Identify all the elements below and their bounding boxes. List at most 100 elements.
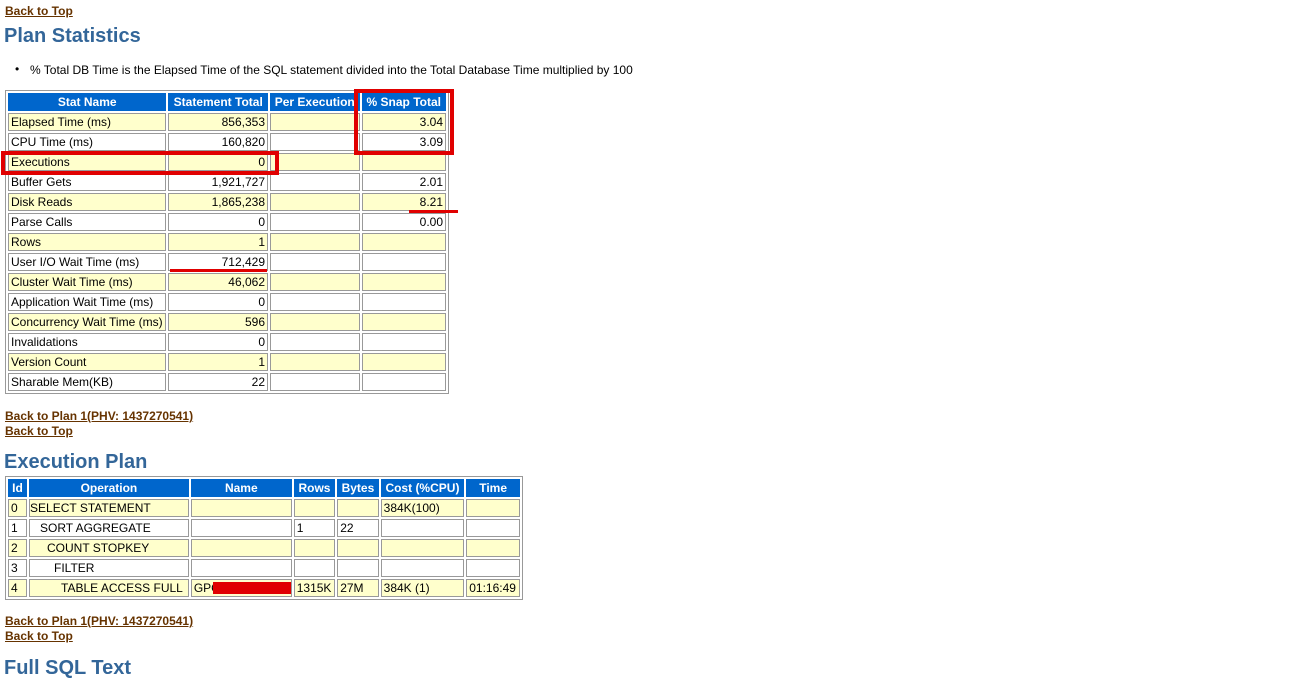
snap-total-cell: 2.01 — [361, 173, 446, 191]
stats-row: Application Wait Time (ms) 0 — [8, 293, 446, 311]
back-to-plan-link[interactable]: Back to Plan 1(PHV: 1437270541) — [5, 614, 193, 628]
plan-row: 2 COUNT STOPKEY — [8, 539, 520, 557]
stats-row: Rows 1 — [8, 233, 446, 251]
plan-time-cell — [466, 539, 520, 557]
note-bullet: • % Total DB Time is the Elapsed Time of… — [15, 62, 633, 77]
statement-total-cell: 0 — [168, 293, 268, 311]
plan-operation-cell: COUNT STOPKEY — [29, 539, 189, 557]
plan-bytes-cell — [337, 539, 379, 557]
per-execution-cell — [270, 253, 360, 271]
stat-name-cell: Invalidations — [8, 333, 167, 351]
plan-rows-cell — [293, 539, 336, 557]
statement-total-cell: 46,062 — [168, 273, 268, 291]
stat-name-cell: User I/O Wait Time (ms) — [8, 253, 167, 271]
redacted-object-name — [213, 582, 291, 594]
col-id: Id — [8, 479, 28, 497]
plan-statistics-title: Plan Statistics — [4, 25, 141, 47]
stat-name-cell: Sharable Mem(KB) — [8, 373, 167, 391]
stat-name-cell: Cluster Wait Time (ms) — [8, 273, 167, 291]
per-execution-cell — [270, 113, 360, 131]
col-bytes: Bytes — [337, 479, 379, 497]
plan-id-cell: 1 — [8, 519, 28, 537]
disk-reads-underline — [409, 210, 458, 213]
plan-id-cell: 2 — [8, 539, 28, 557]
stat-name-cell: Parse Calls — [8, 213, 167, 231]
plan-rows-cell: 1315K — [293, 579, 336, 597]
plan-id-cell: 0 — [8, 499, 28, 517]
back-to-top-link[interactable]: Back to Top — [5, 4, 73, 18]
statement-total-cell: 1,865,238 — [168, 193, 268, 211]
back-to-plan-link[interactable]: Back to Plan 1(PHV: 1437270541) — [5, 409, 193, 423]
stat-name-cell: CPU Time (ms) — [8, 133, 167, 151]
col-statement-total: Statement Total — [168, 93, 268, 111]
plan-name-cell — [190, 499, 292, 517]
snap-total-cell — [361, 273, 446, 291]
plan-cost-cell — [380, 559, 465, 577]
plan-operation-cell: FILTER — [29, 559, 189, 577]
per-execution-cell — [270, 293, 360, 311]
plan-operation-cell: SELECT STATEMENT — [29, 499, 189, 517]
snap-total-cell — [361, 313, 446, 331]
plan-time-cell — [466, 519, 520, 537]
plan-bytes-cell: 22 — [337, 519, 379, 537]
snap-total-highlight-box — [354, 89, 454, 155]
statement-total-cell: 1,921,727 — [168, 173, 268, 191]
col-stat-name: Stat Name — [8, 93, 167, 111]
per-execution-cell — [270, 373, 360, 391]
stat-name-cell: Concurrency Wait Time (ms) — [8, 313, 167, 331]
plan-name-cell — [190, 519, 292, 537]
plan-cost-cell: 384K(100) — [380, 499, 465, 517]
stat-name-cell: Disk Reads — [8, 193, 167, 211]
plan-operation-cell: SORT AGGREGATE — [29, 519, 189, 537]
plan-time-cell: 01:16:49 — [466, 579, 520, 597]
stat-name-cell: Rows — [8, 233, 167, 251]
snap-total-cell — [361, 373, 446, 391]
plan-header-row: Id Operation Name Rows Bytes Cost (%CPU)… — [8, 479, 520, 497]
statement-total-cell: 1 — [168, 233, 268, 251]
stats-row: Parse Calls 0 0.00 — [8, 213, 446, 231]
plan-id-cell: 3 — [8, 559, 28, 577]
snap-total-cell — [361, 353, 446, 371]
snap-total-cell: 0.00 — [361, 213, 446, 231]
per-execution-cell — [270, 173, 360, 191]
statement-total-cell: 596 — [168, 313, 268, 331]
statement-total-cell: 0 — [168, 333, 268, 351]
stat-name-cell: Elapsed Time (ms) — [8, 113, 167, 131]
plan-bytes-cell: 27M — [337, 579, 379, 597]
plan-name-cell — [190, 559, 292, 577]
plan-time-cell — [466, 559, 520, 577]
bullet-icon: • — [15, 62, 20, 76]
col-name: Name — [190, 479, 292, 497]
stat-name-cell: Version Count — [8, 353, 167, 371]
plan-operation-cell: TABLE ACCESS FULL — [29, 579, 189, 597]
stats-row: Cluster Wait Time (ms) 46,062 — [8, 273, 446, 291]
plan-cost-cell: 384K (1) — [380, 579, 465, 597]
back-to-top-link[interactable]: Back to Top — [5, 424, 73, 438]
stat-name-cell: Buffer Gets — [8, 173, 167, 191]
plan-row: 0 SELECT STATEMENT 384K(100) — [8, 499, 520, 517]
plan-rows-cell — [293, 559, 336, 577]
snap-total-cell — [361, 333, 446, 351]
plan-id-cell: 4 — [8, 579, 28, 597]
stat-name-cell: Application Wait Time (ms) — [8, 293, 167, 311]
per-execution-cell — [270, 273, 360, 291]
back-to-top-link[interactable]: Back to Top — [5, 629, 73, 643]
statement-total-cell: 0 — [168, 213, 268, 231]
stats-row: Sharable Mem(KB) 22 — [8, 373, 446, 391]
stats-row: Version Count 1 — [8, 353, 446, 371]
note-text: % Total DB Time is the Elapsed Time of t… — [30, 63, 633, 77]
plan-cost-cell — [380, 539, 465, 557]
user-io-underline — [170, 269, 267, 272]
col-per-execution: Per Execution — [270, 93, 360, 111]
executions-highlight-box — [1, 151, 279, 175]
stats-row: Buffer Gets 1,921,727 2.01 — [8, 173, 446, 191]
snap-total-cell — [361, 253, 446, 271]
stats-row: Disk Reads 1,865,238 8.21 — [8, 193, 446, 211]
plan-rows-cell: 1 — [293, 519, 336, 537]
plan-name-cell — [190, 539, 292, 557]
per-execution-cell — [270, 333, 360, 351]
per-execution-cell — [270, 133, 360, 151]
statement-total-cell: 160,820 — [168, 133, 268, 151]
statement-total-cell: 22 — [168, 373, 268, 391]
stats-row: Concurrency Wait Time (ms) 596 — [8, 313, 446, 331]
